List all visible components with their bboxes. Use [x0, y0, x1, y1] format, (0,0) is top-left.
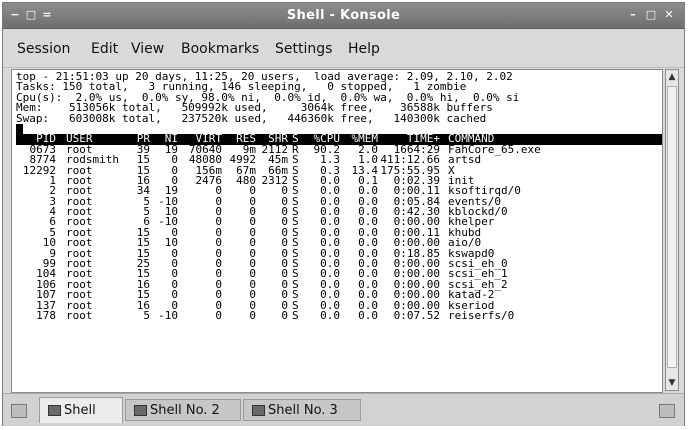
maximize-icon[interactable]: □: [645, 9, 657, 21]
close-icon[interactable]: ✕: [663, 9, 675, 21]
summary-line: Swap: 603008k total, 237520k used, 44636…: [16, 113, 487, 124]
tab-label: Shell: [64, 403, 96, 418]
tab-shell-no-3[interactable]: Shell No. 3: [243, 399, 361, 421]
summary-line: Tasks: 150 total, 3 running, 146 sleepin…: [16, 82, 467, 93]
process-table: 0673 root 39 19 70640 9m 2112 R 90.2 2.0 1664:29 Fa…: [16, 144, 662, 322]
cell-command: reiserfs/0: [448, 308, 515, 322]
terminal-icon: [134, 405, 147, 416]
scroll-down-icon[interactable]: ▼: [666, 376, 678, 390]
cell-command: X: [448, 163, 455, 177]
minimize-icon[interactable]: –: [627, 9, 639, 21]
menu-bar: Session Edit View Bookmarks Settings Hel…: [3, 29, 684, 68]
tab-shell-no-2[interactable]: Shell No. 2: [125, 399, 241, 421]
cell-command: artsd: [448, 153, 482, 167]
terminal-icon: [252, 405, 265, 416]
tab-label: Shell No. 3: [268, 403, 338, 418]
cell-pid: 178: [36, 308, 56, 322]
cell-virt: 0: [215, 308, 222, 322]
tab-bar: Shell Shell No. 2 Shell No. 3: [3, 393, 684, 426]
cell-pr: 5: [143, 308, 150, 322]
scroll-up-icon[interactable]: ▲: [666, 70, 678, 84]
cell-user: root: [66, 308, 93, 322]
summary-line: Cpu(s): 2.0% us, 0.0% sy, 98.0% ni, 0.0%…: [16, 92, 520, 104]
cell-cpu: 0.0: [320, 308, 340, 322]
terminal-icon: [48, 405, 61, 416]
cell-ni: -10: [158, 308, 178, 322]
cell-mem: 0.0: [358, 308, 378, 322]
terminal-area[interactable]: top - 21:51:03 up 20 days, 11:25, 20 use…: [11, 69, 663, 393]
summary-line: Mem: 513056k total, 509992k used, 3064k …: [16, 103, 493, 114]
scroll-thumb[interactable]: [667, 86, 677, 368]
cell-s: S: [292, 308, 299, 322]
cell-shr: 0: [281, 308, 288, 322]
menu-view[interactable]: View: [131, 41, 164, 57]
menu-bookmarks[interactable]: Bookmarks: [181, 41, 259, 57]
terminal-output: top - 21:51:03 up 20 days, 11:25, 20 use…: [16, 72, 662, 321]
menu-help[interactable]: Help: [348, 41, 380, 57]
title-bar[interactable]: − □ = Shell - Konsole – □ ✕: [3, 3, 684, 29]
cell-res: 0: [249, 308, 256, 322]
terminal-cursor: [16, 123, 23, 134]
cell-time: 0:07.52: [393, 308, 440, 322]
menu-settings[interactable]: Settings: [275, 41, 332, 57]
summary-line: top - 21:51:03 up 20 days, 11:25, 20 use…: [16, 72, 513, 83]
scrollbar[interactable]: ▲ ▼: [665, 69, 679, 391]
menu-edit[interactable]: Edit: [91, 41, 118, 57]
close-tab-icon[interactable]: [659, 404, 675, 418]
window-title: Shell - Konsole: [286, 8, 401, 23]
konsole-window: − □ = Shell - Konsole – □ ✕ Session Edit…: [2, 2, 685, 426]
table-row: 178 root 5 -10 0 0 0 S 0.0 0.0 0:07.52 reiserfs/0: [16, 308, 662, 322]
new-tab-icon[interactable]: [11, 404, 27, 418]
menu-session[interactable]: Session: [17, 41, 70, 57]
tab-label: Shell No. 2: [150, 403, 220, 418]
tab-shell[interactable]: Shell: [39, 397, 123, 423]
